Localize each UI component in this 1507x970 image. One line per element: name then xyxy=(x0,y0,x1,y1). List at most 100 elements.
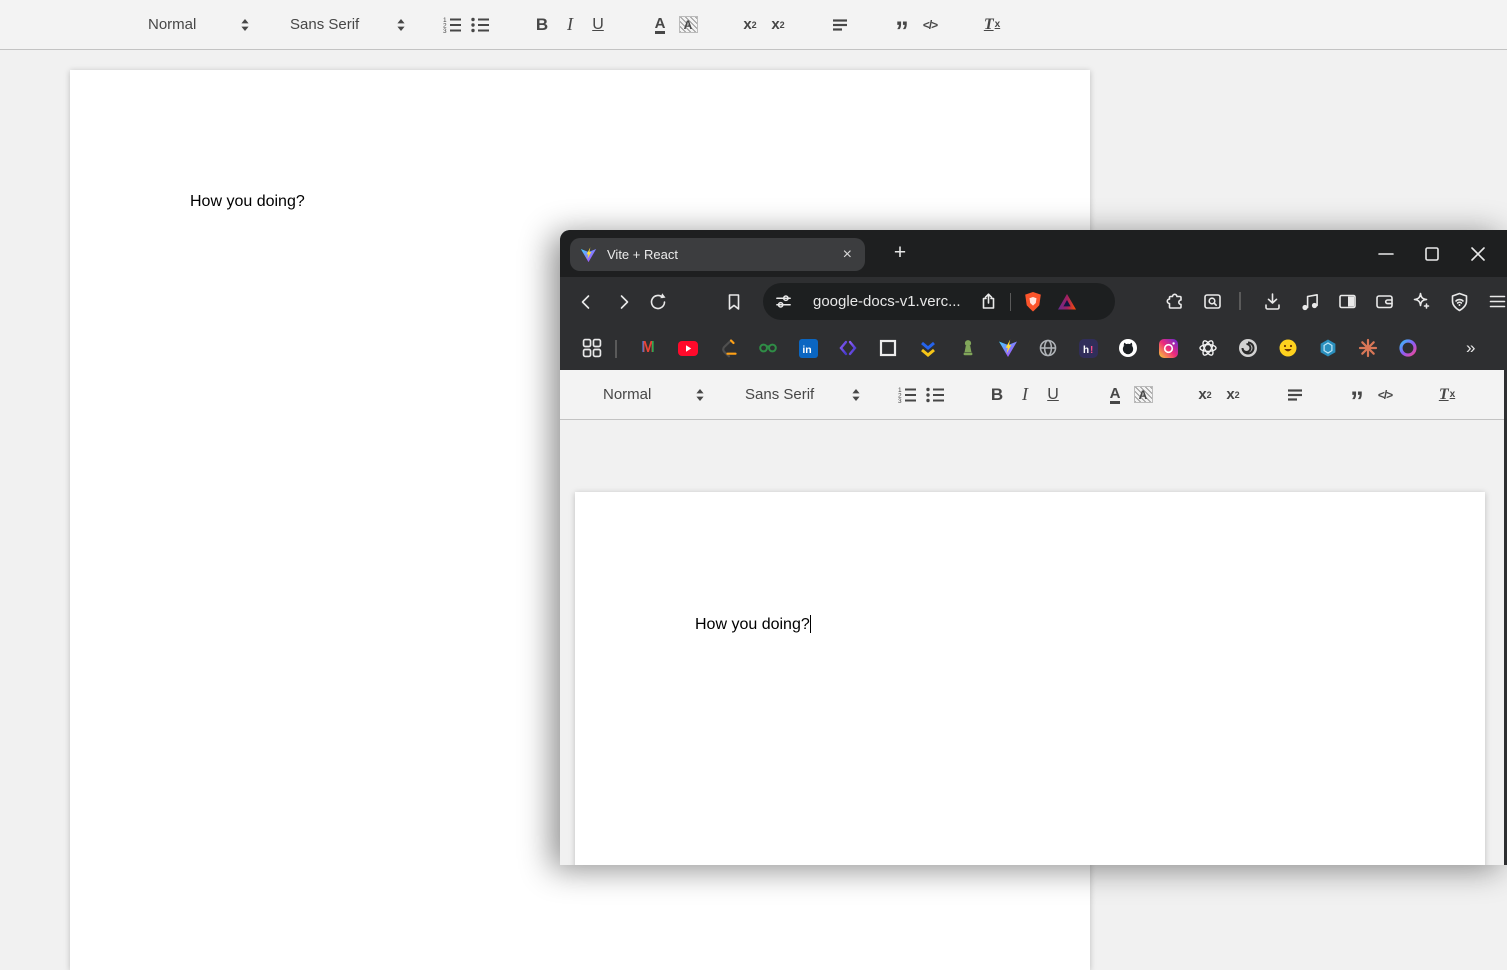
clear-formatting-button[interactable]: Tx xyxy=(978,12,1006,38)
extensions-button[interactable] xyxy=(1165,292,1185,312)
bookmark-claude-icon[interactable] xyxy=(1358,338,1378,358)
forward-icon xyxy=(620,294,629,309)
clear-formatting-button[interactable]: Tx xyxy=(1433,382,1461,408)
downloads-button[interactable] xyxy=(1262,292,1282,312)
browser-tab[interactable]: Vite + React × xyxy=(570,238,865,271)
document-page[interactable]: How you doing? xyxy=(575,492,1485,865)
bold-button[interactable]: B xyxy=(528,12,556,38)
highlight-color-button[interactable]: A xyxy=(1129,382,1157,408)
align-icon xyxy=(833,18,847,31)
font-select[interactable]: Sans Serif xyxy=(282,12,414,38)
align-button[interactable] xyxy=(1281,382,1309,408)
address-bar[interactable]: google-docs-v1.verc... xyxy=(763,283,1115,320)
browser-navbar: google-docs-v1.verc... xyxy=(560,277,1507,326)
new-tab-button[interactable]: + xyxy=(886,239,914,267)
bold-button[interactable]: B xyxy=(983,382,1011,408)
forward-button[interactable] xyxy=(614,292,634,312)
text-color-letter: A xyxy=(1109,384,1121,404)
leo-ai-button[interactable] xyxy=(1411,292,1431,312)
back-button[interactable] xyxy=(576,292,596,312)
bookmark-stacked-chevrons-icon[interactable] xyxy=(918,338,938,358)
italic-button[interactable]: I xyxy=(556,12,584,38)
text-color-button[interactable]: A xyxy=(646,12,674,38)
vpn-shield-icon xyxy=(1451,292,1467,311)
apps-grid-icon[interactable] xyxy=(582,338,602,358)
superscript-button[interactable]: x2 xyxy=(764,12,792,38)
bookmark-chess-icon[interactable] xyxy=(958,338,978,358)
highlight-letter: A xyxy=(678,16,698,33)
bookmark-globe-icon[interactable] xyxy=(1038,338,1058,358)
browser-titlebar: Vite + React × + xyxy=(560,230,1507,277)
menu-button[interactable] xyxy=(1487,292,1507,312)
sidebar-button[interactable] xyxy=(1337,292,1357,312)
bookmark-vite-icon[interactable] xyxy=(998,338,1018,358)
media-control-button[interactable] xyxy=(1300,292,1320,312)
italic-button[interactable]: I xyxy=(1011,382,1039,408)
bookmark-youtube-icon[interactable] xyxy=(678,338,698,358)
bookmark-hashnode-icon[interactable]: h! xyxy=(1078,338,1098,358)
bookmark-openai-icon[interactable] xyxy=(1198,338,1218,358)
minimize-button[interactable] xyxy=(1363,230,1409,277)
vite-favicon xyxy=(580,247,597,263)
vpn-button[interactable] xyxy=(1449,292,1469,312)
underline-button[interactable]: U xyxy=(1039,382,1067,408)
back-icon xyxy=(581,294,590,309)
bullet-list-button[interactable] xyxy=(466,12,494,38)
text-color-letter: A xyxy=(654,14,666,34)
underline-button[interactable]: U xyxy=(584,12,612,38)
brave-rewards-icon[interactable] xyxy=(1057,293,1077,311)
bookmark-gradient-ring-icon[interactable] xyxy=(1398,338,1418,358)
bookmark-linkedin-icon[interactable]: in xyxy=(798,338,818,358)
site-settings-icon[interactable] xyxy=(775,293,792,310)
brave-shield-icon[interactable] xyxy=(1023,291,1043,313)
bookmark-button[interactable] xyxy=(724,292,744,312)
highlight-color-button[interactable]: A xyxy=(674,12,702,38)
code-block-button[interactable]: </> xyxy=(916,12,944,38)
text-color-button[interactable]: A xyxy=(1101,382,1129,408)
paragraph-style-value: Normal xyxy=(148,16,197,33)
search-tabs-button[interactable] xyxy=(1202,292,1222,312)
blockquote-button[interactable]: ” xyxy=(888,12,916,44)
bookmark-github-icon[interactable] xyxy=(1118,338,1138,358)
window-close-button[interactable] xyxy=(1455,230,1501,277)
editor-toolbar: Normal Sans Serif 123 B I U A A x2 x2 ” … xyxy=(0,0,1507,50)
font-select[interactable]: Sans Serif xyxy=(737,382,869,408)
tab-close-button[interactable]: × xyxy=(840,246,855,263)
subscript-button[interactable]: x2 xyxy=(736,12,764,38)
paragraph-style-select[interactable]: Normal xyxy=(595,382,713,408)
bullet-list-icon xyxy=(926,387,944,402)
reload-button[interactable] xyxy=(648,292,668,312)
bookmark-square-icon[interactable] xyxy=(878,338,898,358)
bookmark-icon xyxy=(728,293,740,310)
bookmark-spiral-icon[interactable] xyxy=(1238,338,1258,358)
bookmark-instagram-icon[interactable] xyxy=(1158,338,1178,358)
subscript-button[interactable]: x2 xyxy=(1191,382,1219,408)
bookmark-huggingface-icon[interactable] xyxy=(1278,338,1298,358)
share-icon[interactable] xyxy=(979,292,998,311)
paragraph-style-select[interactable]: Normal xyxy=(140,12,258,38)
divider xyxy=(1009,292,1012,311)
bookmark-code-brackets-icon[interactable] xyxy=(838,338,858,358)
maximize-button[interactable] xyxy=(1409,230,1455,277)
url-text[interactable]: google-docs-v1.verc... xyxy=(813,293,961,310)
bookmark-hexagon-icon[interactable] xyxy=(1318,338,1338,358)
code-block-button[interactable]: </> xyxy=(1371,382,1399,408)
bullet-list-button[interactable] xyxy=(921,382,949,408)
font-select-value: Sans Serif xyxy=(745,386,815,403)
blockquote-button[interactable]: ” xyxy=(1343,382,1371,414)
ordered-list-icon: 123 xyxy=(898,387,916,404)
editor-canvas: How you doing? xyxy=(560,421,1504,865)
ordered-list-button[interactable]: 123 xyxy=(893,382,921,408)
align-button[interactable] xyxy=(826,12,854,38)
superscript-button[interactable]: x2 xyxy=(1219,382,1247,408)
ordered-list-icon: 123 xyxy=(443,17,461,34)
bookmark-leetcode-icon[interactable] xyxy=(718,338,738,358)
document-text: How you doing? xyxy=(695,616,810,633)
bookmark-gmail-icon[interactable]: M xyxy=(638,338,658,358)
svg-text:h: h xyxy=(1083,344,1089,355)
ordered-list-button[interactable]: 123 xyxy=(438,12,466,38)
bookmarks-overflow-button[interactable]: » xyxy=(1466,338,1475,358)
bookmark-geeksforgeeks-icon[interactable] xyxy=(758,338,778,358)
wallet-button[interactable] xyxy=(1374,292,1394,312)
divider xyxy=(1239,292,1241,310)
